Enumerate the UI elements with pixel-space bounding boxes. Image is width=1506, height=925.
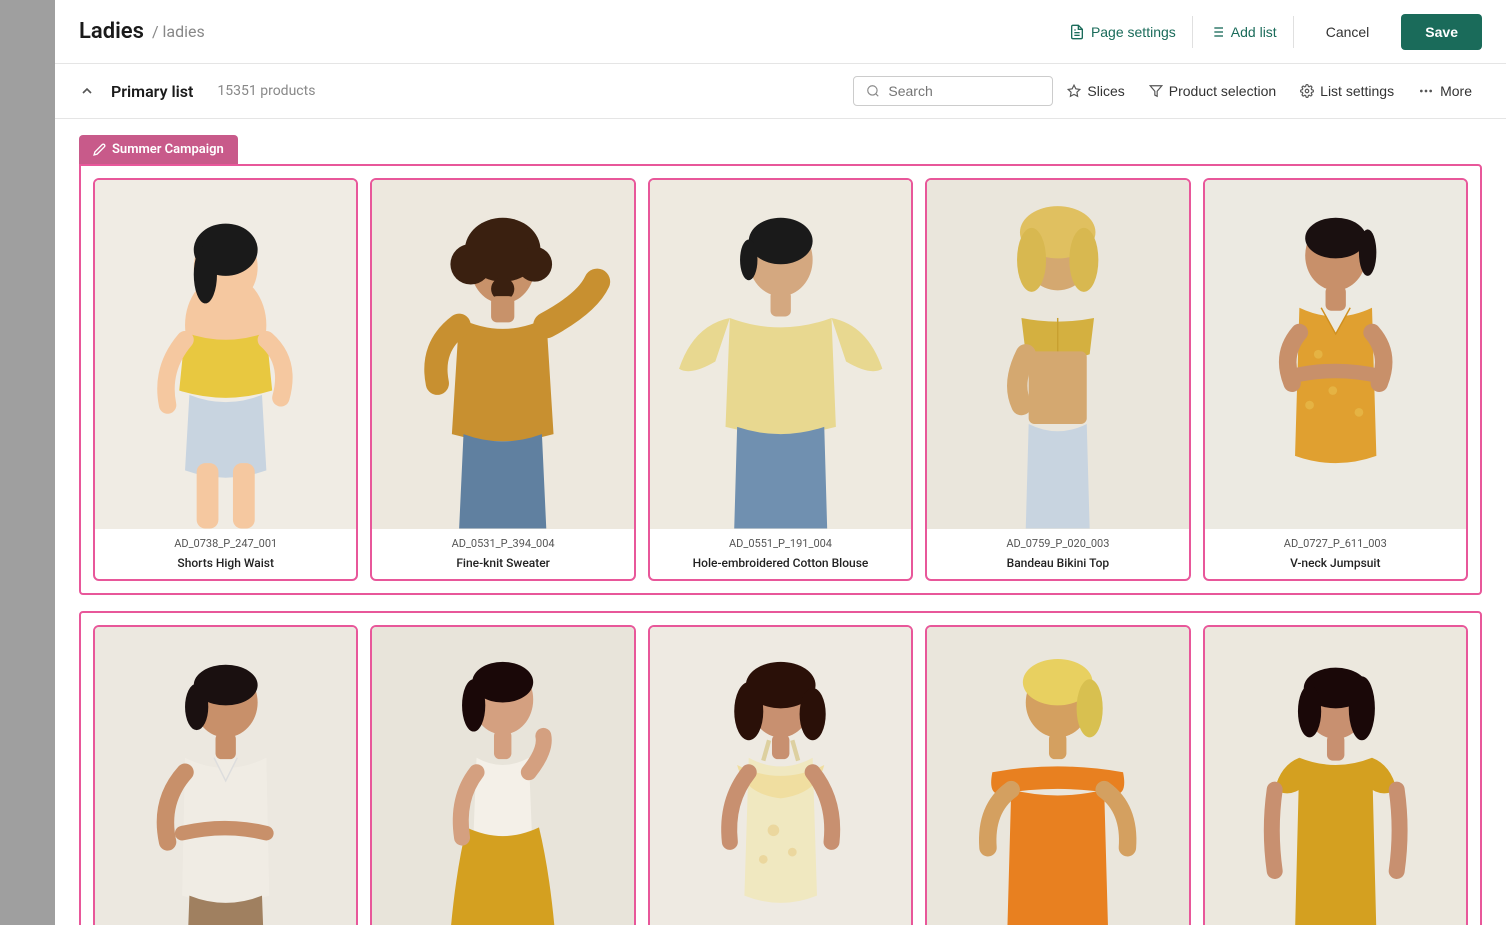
product-card[interactable]: AD_0535_P_662_002: [925, 625, 1190, 925]
model-illustration-2: [372, 180, 633, 529]
product-image: [927, 180, 1188, 529]
product-grid-row2: AD_0517_P_273_003: [93, 625, 1468, 925]
toolbar-right: Slices Product selection List settings: [853, 76, 1482, 106]
more-button[interactable]: More: [1408, 77, 1482, 105]
list-settings-icon: [1300, 84, 1314, 98]
product-card[interactable]: AD_0792_P_480_001: [370, 625, 635, 925]
product-code: AD_0727_P_611_003: [1213, 537, 1458, 550]
header: Ladies / ladies Page settings: [55, 0, 1506, 64]
model-illustration-5: [1205, 180, 1466, 529]
header-divider-1: [1192, 16, 1193, 48]
product-name: Fine-knit Sweater: [456, 556, 550, 570]
header-actions: Page settings Add list Cancel Save: [1069, 14, 1482, 50]
add-list-button[interactable]: Add list: [1209, 24, 1277, 40]
page-settings-label: Page settings: [1091, 24, 1176, 40]
more-label: More: [1440, 83, 1472, 99]
product-selection-button[interactable]: Product selection: [1139, 77, 1286, 105]
search-input[interactable]: [888, 83, 1038, 99]
page-settings-icon: [1069, 24, 1085, 40]
pencil-icon: [93, 143, 106, 156]
product-selection-label: Product selection: [1169, 83, 1276, 99]
model-illustration-4: [927, 180, 1188, 529]
product-image: [927, 627, 1188, 925]
breadcrumb: / ladies: [152, 22, 205, 41]
model-illustration-9: [927, 627, 1188, 925]
list-settings-button[interactable]: List settings: [1290, 77, 1404, 105]
product-card[interactable]: AD_0727_P_611_003 V-neck Jumpsuit: [1203, 178, 1468, 581]
collapse-icon: [79, 83, 95, 99]
model-illustration-10: [1205, 627, 1466, 925]
product-name: Bandeau Bikini Top: [1007, 556, 1109, 570]
campaign-section-1: AD_0738_P_247_001 Shorts High Waist: [79, 164, 1482, 595]
search-icon: [866, 84, 880, 98]
list-settings-label: List settings: [1320, 83, 1394, 99]
product-card-info: AD_0759_P_020_003 Bandeau Bikini Top: [927, 529, 1188, 579]
products-count: 15351 products: [217, 83, 315, 99]
model-illustration-8: [650, 627, 911, 925]
product-card[interactable]: AD_0759_P_020_003 Bandeau Bikini Top: [925, 178, 1190, 581]
product-code: AD_0738_P_247_001: [103, 537, 348, 550]
product-code: AD_0759_P_020_003: [935, 537, 1180, 550]
search-box[interactable]: [853, 76, 1053, 106]
product-image: [650, 180, 911, 529]
product-image: [1205, 627, 1466, 925]
product-card-info: AD_0551_P_191_004 Hole-embroidered Cotto…: [650, 529, 911, 579]
more-icon: [1418, 83, 1434, 99]
add-list-icon: [1209, 24, 1225, 40]
campaign-section-2: AD_0517_P_273_003: [79, 611, 1482, 925]
product-card-info: AD_0531_P_394_004 Fine-knit Sweater: [372, 529, 633, 579]
product-image: [650, 627, 911, 925]
collapse-button[interactable]: [79, 83, 95, 99]
product-card-info: AD_0738_P_247_001 Shorts High Waist: [95, 529, 356, 579]
product-name: Shorts High Waist: [177, 556, 274, 570]
primary-list-label: Primary list: [111, 82, 193, 101]
page-settings-button[interactable]: Page settings: [1069, 24, 1176, 40]
product-grid-row1: AD_0738_P_247_001 Shorts High Waist: [93, 178, 1468, 581]
main-modal: Ladies / ladies Page settings: [55, 0, 1506, 925]
product-name: V-neck Jumpsuit: [1290, 556, 1380, 570]
product-image: [372, 180, 633, 529]
product-image: [1205, 180, 1466, 529]
product-image: [372, 627, 633, 925]
slices-icon: [1067, 84, 1081, 98]
product-code: AD_0531_P_394_004: [380, 537, 625, 550]
product-code: AD_0551_P_191_004: [658, 537, 903, 550]
product-name: Hole-embroidered Cotton Blouse: [693, 556, 869, 570]
campaign-tag-label: Summer Campaign: [112, 142, 224, 157]
product-card[interactable]: AD_0531_P_394_004 Fine-knit Sweater: [370, 178, 635, 581]
product-card[interactable]: AD_0738_P_247_001 Shorts High Waist: [93, 178, 358, 581]
product-card[interactable]: AD_0716_P_545_003: [648, 625, 913, 925]
product-card[interactable]: AD_0240_P_670_023: [1203, 625, 1468, 925]
model-illustration-1: [95, 180, 356, 529]
product-card[interactable]: AD_0517_P_273_003: [93, 625, 358, 925]
product-image: [95, 627, 356, 925]
slices-label: Slices: [1087, 83, 1124, 99]
add-list-label: Add list: [1231, 24, 1277, 40]
slices-button[interactable]: Slices: [1057, 77, 1134, 105]
product-image: [95, 180, 356, 529]
cancel-button[interactable]: Cancel: [1310, 16, 1386, 48]
header-divider-2: [1293, 16, 1294, 48]
campaign-tag[interactable]: Summer Campaign: [79, 135, 238, 164]
model-illustration-6: [95, 627, 356, 925]
model-illustration-7: [372, 627, 633, 925]
product-selection-icon: [1149, 84, 1163, 98]
toolbar: Primary list 15351 products Slices: [55, 64, 1506, 119]
save-button[interactable]: Save: [1401, 14, 1482, 50]
model-illustration-3: [650, 180, 911, 529]
product-card[interactable]: AD_0551_P_191_004 Hole-embroidered Cotto…: [648, 178, 913, 581]
page-title: Ladies: [79, 19, 144, 44]
product-card-info: AD_0727_P_611_003 V-neck Jumpsuit: [1205, 529, 1466, 579]
content-area: Summer Campaign: [55, 119, 1506, 925]
